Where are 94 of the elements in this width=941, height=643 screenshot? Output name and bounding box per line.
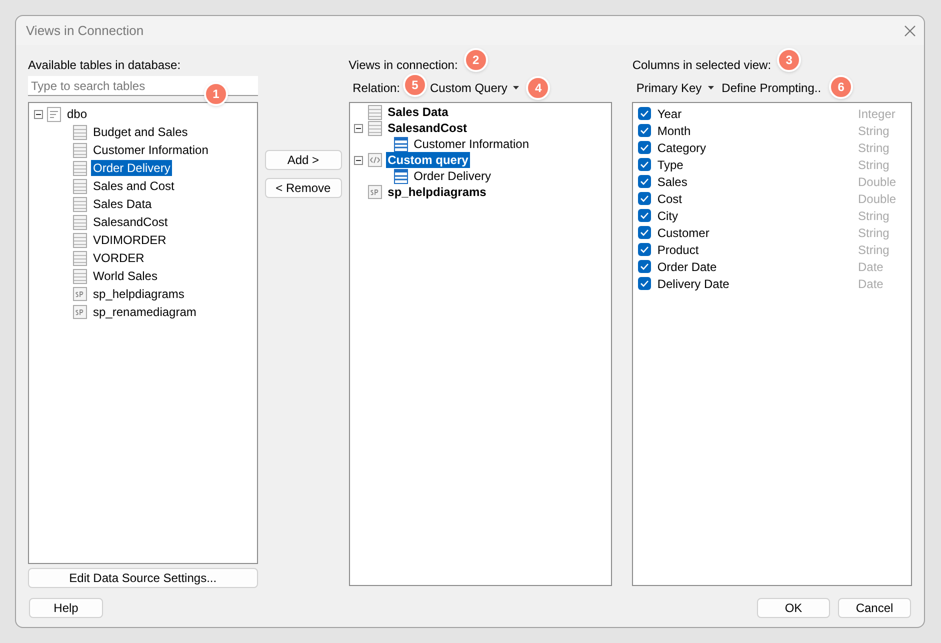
- caret-icon: [513, 86, 520, 90]
- transfer-button[interactable]: < Remove: [264, 178, 342, 198]
- callout-badge: 3: [777, 48, 802, 72]
- tree-item[interactable]: dbo: [65, 106, 90, 122]
- checkbox[interactable]: [638, 260, 652, 274]
- help-button[interactable]: Help: [29, 598, 103, 618]
- column-type: String: [858, 122, 890, 140]
- table-icon: [368, 120, 382, 136]
- collapse-icon[interactable]: [354, 156, 364, 165]
- table-icon: [73, 160, 87, 176]
- table-icon: [73, 142, 87, 158]
- tree-item[interactable]: Order Delivery: [412, 168, 493, 184]
- table-icon: [73, 232, 87, 248]
- relation-dropdown[interactable]: Custom Query: [430, 78, 520, 97]
- table-icon: [73, 250, 87, 266]
- window-title: Views in Connection: [26, 22, 144, 40]
- column-type: String: [858, 156, 890, 174]
- ok-button[interactable]: OK: [757, 598, 830, 618]
- edit-settings-button[interactable]: Edit Data Source Settings...: [28, 568, 258, 588]
- checkbox[interactable]: [638, 175, 652, 188]
- checkbox[interactable]: [638, 226, 652, 240]
- table-icon: [394, 136, 408, 152]
- column-name: Customer: [657, 224, 710, 242]
- tree-item[interactable]: Custom query: [386, 152, 470, 168]
- tree-item[interactable]: Customer Information: [412, 136, 532, 152]
- column-name: Sales: [657, 174, 688, 191]
- column-name: Order Date: [657, 258, 718, 276]
- column-name: Product: [657, 242, 700, 259]
- procedure-icon: [73, 305, 87, 320]
- column-name: Delivery Date: [657, 276, 730, 293]
- tree-item[interactable]: VORDER: [91, 250, 146, 266]
- procedure-icon: [368, 185, 382, 200]
- checkbox[interactable]: [638, 209, 652, 222]
- tree-item[interactable]: SalesandCost: [91, 214, 170, 230]
- section-label: Columns in selected view:: [632, 57, 772, 74]
- tree-item[interactable]: World Sales: [91, 268, 160, 284]
- table-icon: [73, 178, 87, 194]
- section-label: Views in connection:: [348, 57, 458, 74]
- procedure-icon: [73, 287, 87, 302]
- callout-badge: 5: [403, 72, 428, 97]
- table-icon: [394, 168, 408, 184]
- collapse-icon[interactable]: [354, 124, 364, 133]
- tree-item[interactable]: Customer Information: [91, 142, 210, 158]
- tree-item[interactable]: SalesandCost: [386, 120, 469, 136]
- column-type: String: [858, 208, 890, 225]
- section-label: Available tables in database:: [28, 57, 182, 74]
- checkbox[interactable]: [638, 124, 652, 138]
- column-name: City: [657, 208, 679, 225]
- primary-key-dropdown[interactable]: Primary Key: [636, 78, 714, 97]
- column-type: String: [858, 242, 890, 259]
- collapse-icon[interactable]: [34, 110, 42, 119]
- tree-item[interactable]: Sales and Cost: [91, 178, 176, 194]
- tree-item[interactable]: sp_renamediagram: [91, 304, 198, 320]
- column-name: Month: [657, 122, 692, 140]
- tree-item[interactable]: sp_helpdiagrams: [386, 184, 488, 200]
- callout-badge: 4: [526, 76, 550, 100]
- tree-item[interactable]: Sales Data: [386, 104, 450, 120]
- callout-badge: 2: [464, 48, 488, 72]
- caret-icon: [708, 86, 714, 90]
- table-icon: [368, 104, 382, 120]
- schema-icon: [47, 106, 61, 122]
- table-icon: [73, 268, 87, 284]
- tree-item[interactable]: Sales Data: [91, 196, 154, 212]
- transfer-button[interactable]: Add >: [264, 150, 342, 170]
- cancel-button[interactable]: Cancel: [838, 598, 911, 618]
- tree-item[interactable]: VDIMORDER: [91, 232, 168, 248]
- checkbox[interactable]: [638, 141, 652, 154]
- relation-label: Relation:: [352, 80, 400, 97]
- column-type: Date: [858, 276, 884, 293]
- tree-item[interactable]: Order Delivery: [91, 160, 172, 176]
- table-icon: [73, 196, 87, 212]
- define-prompting-button[interactable]: Define Prompting..: [722, 78, 822, 97]
- checkbox[interactable]: [638, 192, 652, 206]
- column-type: Integer: [858, 106, 896, 123]
- callout-badge: 6: [829, 74, 854, 99]
- column-name: Year: [657, 106, 683, 123]
- column-type: Double: [858, 190, 898, 208]
- column-type: Date: [858, 258, 884, 276]
- checkbox[interactable]: [638, 107, 652, 120]
- column-type: Double: [858, 174, 898, 191]
- checkbox[interactable]: [638, 158, 652, 172]
- checkbox[interactable]: [638, 277, 652, 290]
- column-name: Cost: [657, 190, 684, 208]
- column-name: Type: [657, 156, 684, 174]
- column-type: String: [858, 224, 890, 242]
- code-icon: [368, 153, 382, 168]
- close-icon[interactable]: [904, 24, 916, 37]
- tree-item[interactable]: Budget and Sales: [91, 124, 190, 140]
- column-name: Category: [657, 140, 708, 157]
- tree-item[interactable]: sp_helpdiagrams: [91, 286, 186, 302]
- checkbox[interactable]: [638, 243, 652, 256]
- column-type: String: [858, 140, 890, 157]
- table-icon: [73, 124, 87, 140]
- table-icon: [73, 214, 87, 230]
